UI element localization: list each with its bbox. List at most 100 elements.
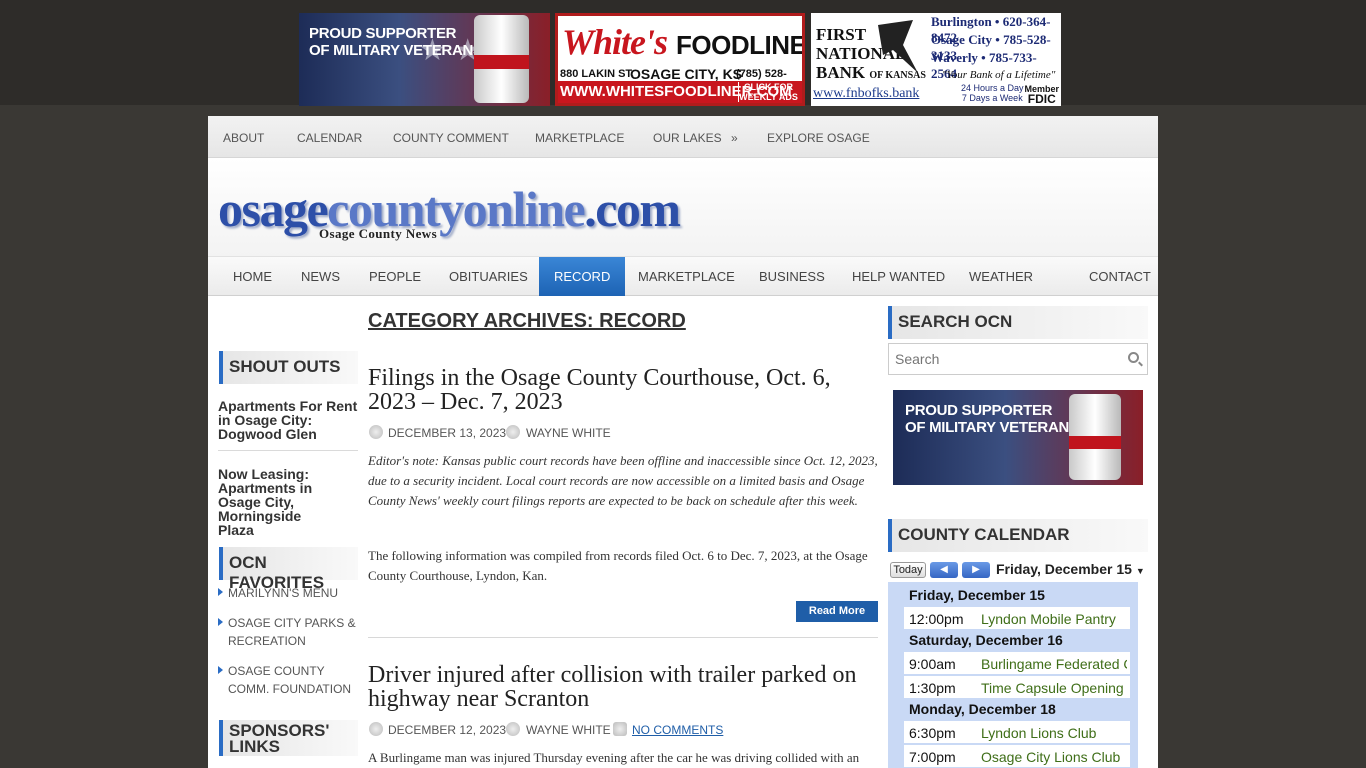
- shout-outs-title: SHOUT OUTS: [219, 351, 358, 384]
- bank-slogan: "Your Bank of a Lifetime": [942, 69, 1056, 81]
- post-excerpt-2: A Burlingame man was injured Thursday ev…: [368, 750, 860, 765]
- search-icon[interactable]: [1128, 352, 1139, 363]
- ad-line-1: PROUD SUPPORTER: [905, 402, 1053, 419]
- search-ocn-title: SEARCH OCN: [888, 306, 1148, 339]
- bank-hours-1: 24 Hours a Day: [961, 83, 1024, 93]
- comment-icon: [613, 722, 627, 736]
- prev-arrow-icon[interactable]: ◀: [930, 562, 958, 578]
- user-icon: [506, 425, 520, 439]
- calendar-current-date[interactable]: Friday, December 15 ▼: [996, 561, 1145, 577]
- ad-line-1: PROUD SUPPORTER: [309, 25, 457, 42]
- post-divider: [368, 637, 878, 638]
- post-author-1[interactable]: WAYNE WHITE: [526, 426, 611, 440]
- top-nav: ABOUT CALENDAR COUNTY COMMENT MARKETPLAC…: [208, 116, 1158, 158]
- topnav-our-lakes-label: OUR LAKES: [653, 131, 722, 145]
- first-national-bank-ad[interactable]: FIRST NATIONAL BANK OF KANSAS Burlington…: [811, 13, 1061, 106]
- nav-home[interactable]: HOME: [218, 257, 287, 296]
- bank-hours: 24 Hours a Day 7 Days a Week: [961, 83, 1024, 103]
- whites-city: OSAGE CITY, KS: [630, 66, 743, 82]
- post-comments-link[interactable]: NO COMMENTS: [632, 723, 723, 737]
- favorite-link-2[interactable]: OSAGE CITY PARKS & RECREATION: [218, 614, 358, 650]
- post-date-2: DECEMBER 12, 2023: [388, 723, 507, 737]
- favorite-link-3[interactable]: OSAGE COUNTY COMM. FOUNDATION: [218, 662, 358, 698]
- ad-line-2: OF MILITARY VETERANS: [905, 419, 1079, 436]
- post-title-2[interactable]: Driver injured after collision with trai…: [368, 663, 878, 711]
- bullet-icon: [218, 618, 223, 626]
- topnav-about[interactable]: ABOUT: [223, 131, 264, 145]
- favorite-link-2-label: OSAGE CITY PARKS & RECREATION: [228, 616, 356, 648]
- topnav-our-lakes[interactable]: OUR LAKES »: [653, 131, 738, 145]
- nav-news[interactable]: NEWS: [286, 257, 355, 296]
- whites-brand: White's: [562, 22, 668, 62]
- category-title: CATEGORY ARCHIVES: RECORD: [368, 310, 686, 332]
- veterans-sidebar-ad[interactable]: PROUD SUPPORTER OF MILITARY VETERANS: [893, 390, 1143, 485]
- whites-foodliner-ad[interactable]: White's FOODLINER 880 LAKIN ST. OSAGE CI…: [555, 13, 805, 106]
- beer-can-image: [1069, 394, 1121, 480]
- top-banner: ★ ★ PROUD SUPPORTER OF MILITARY VETERANS…: [0, 0, 1366, 106]
- post-date-1: DECEMBER 13, 2023: [388, 426, 507, 440]
- event-name: Osage City Lions Club: [981, 749, 1121, 765]
- nav-record[interactable]: RECORD: [539, 257, 626, 296]
- bullet-icon: [218, 588, 223, 596]
- event-name: Time Capsule Opening: [981, 680, 1124, 696]
- ocn-favorites-title: OCN FAVORITES: [219, 547, 358, 592]
- site-tagline: Osage County News: [319, 226, 438, 241]
- post-title-1[interactable]: Filings in the Osage County Courthouse, …: [368, 366, 878, 414]
- nav-weather[interactable]: WEATHER: [954, 257, 1048, 296]
- shout-out-link-2[interactable]: Now Leasing: Apartments in Osage City, M…: [218, 467, 328, 537]
- event-name: Lyndon Mobile Pantry: [981, 611, 1116, 627]
- topnav-calendar[interactable]: CALENDAR: [297, 131, 362, 145]
- event-time: 9:00am: [909, 656, 956, 672]
- nav-contact[interactable]: CONTACT: [1074, 257, 1166, 296]
- shout-out-link-1[interactable]: Apartments For Rent in Osage City: Dogwo…: [218, 399, 360, 441]
- bank-hours-2: 7 Days a Week: [961, 93, 1023, 103]
- nav-business[interactable]: BUSINESS: [744, 257, 840, 296]
- search-box: [888, 343, 1148, 375]
- nav-marketplace[interactable]: MARKETPLACE: [623, 257, 750, 296]
- favorite-link-1[interactable]: MARILYNN'S MENU: [218, 584, 358, 602]
- calendar-event[interactable]: 1:30pm Time Capsule Opening: [904, 676, 1130, 699]
- calendar-event[interactable]: 9:00am Burlingame Federated Church: [904, 652, 1130, 675]
- calendar-toolbar: Today ◀ ▶ Friday, December 15 ▼: [888, 560, 1145, 582]
- next-arrow-icon[interactable]: ▶: [962, 562, 990, 578]
- event-time: 12:00pm: [909, 611, 964, 627]
- ad-line-2: OF MILITARY VETERANS: [309, 42, 483, 59]
- today-button[interactable]: Today: [890, 562, 926, 578]
- calendar-icon: [369, 722, 383, 736]
- search-input[interactable]: [889, 344, 1109, 374]
- calendar-day-label: Saturday, December 16: [909, 632, 1063, 648]
- calendar-day-label: Monday, December 18: [909, 701, 1056, 717]
- topnav-marketplace[interactable]: MARKETPLACE: [535, 131, 624, 145]
- fdic-badge: Member FDIC: [1024, 84, 1059, 105]
- topnav-explore-osage[interactable]: EXPLORE OSAGE: [767, 131, 870, 145]
- favorite-link-1-label: MARILYNN'S MENU: [228, 586, 339, 600]
- topnav-county-comment[interactable]: COUNTY COMMENT: [393, 131, 509, 145]
- whites-address: 880 LAKIN ST.: [560, 68, 634, 80]
- bank-url[interactable]: www.fnbofks.bank: [813, 86, 919, 102]
- event-name: Burlingame Federated Church: [981, 656, 1127, 672]
- site-logo[interactable]: osagecountyonline.com: [218, 180, 681, 238]
- beer-can-image: [474, 15, 529, 103]
- county-calendar-title: COUNTY CALENDAR: [888, 519, 1148, 552]
- chevron-right-icon: »: [731, 131, 738, 145]
- post-excerpt-1: The following information was compiled f…: [368, 548, 868, 583]
- event-name: Lyndon Lions Club: [981, 725, 1097, 741]
- calendar-day-label: Friday, December 15: [909, 587, 1045, 603]
- nav-people[interactable]: PEOPLE: [354, 257, 436, 296]
- event-time: 7:00pm: [909, 749, 956, 765]
- bullet-icon: [218, 666, 223, 674]
- whites-click: CLICK FOR WEEKLY ADS: [738, 82, 798, 102]
- calendar-event[interactable]: 6:30pm Lyndon Lions Club: [904, 721, 1130, 744]
- veterans-ad[interactable]: ★ ★ PROUD SUPPORTER OF MILITARY VETERANS: [299, 13, 550, 106]
- page-container: ABOUT CALENDAR COUNTY COMMENT MARKETPLAC…: [208, 116, 1158, 768]
- logo-part-3: .com: [584, 181, 681, 237]
- nav-help-wanted[interactable]: HELP WANTED: [837, 257, 960, 296]
- read-more-button[interactable]: Read More: [796, 601, 878, 622]
- calendar-event[interactable]: 12:00pm Lyndon Mobile Pantry: [904, 607, 1130, 630]
- calendar-event[interactable]: 7:00pm Osage City Lions Club: [904, 745, 1130, 768]
- nav-obituaries[interactable]: OBITUARIES: [434, 257, 543, 296]
- chevron-down-icon: ▼: [1135, 566, 1145, 576]
- main-nav: HOME NEWS PEOPLE OBITUARIES RECORD MARKE…: [208, 256, 1158, 296]
- divider: [218, 450, 358, 451]
- post-author-2[interactable]: WAYNE WHITE: [526, 723, 611, 737]
